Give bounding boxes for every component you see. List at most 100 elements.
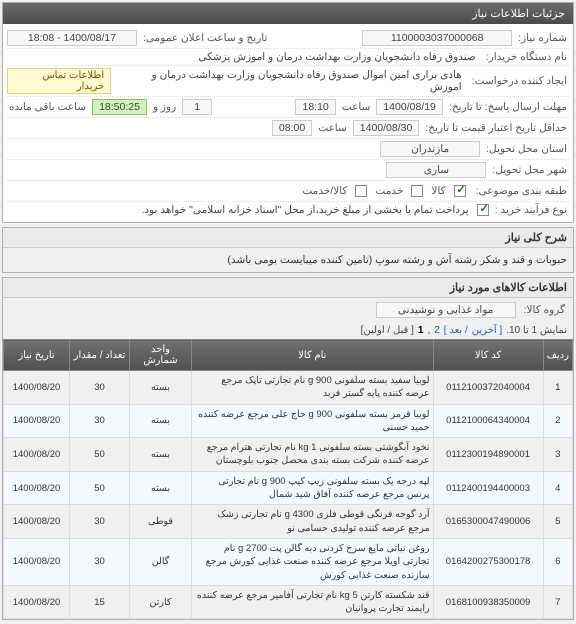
contact-note[interactable]: اطلاعات تماس خریدار [7, 68, 111, 94]
cat-service-label: خدمت [373, 185, 405, 197]
cell-idx: 1 [543, 371, 572, 405]
cell-name: نخود آبگوشتی بسته سلفونی kg 1 نام تجارتی… [192, 438, 434, 472]
pager-page-2[interactable]: 2 [434, 325, 440, 336]
cell-qty: 30 [70, 371, 130, 405]
col-name: نام کالا [192, 340, 434, 371]
cell-unit: قوطی [130, 505, 192, 539]
requester-label: ایجاد کننده درخواست: [470, 75, 569, 87]
cell-date: 1400/08/20 [4, 471, 70, 505]
cell-unit: کارتن [130, 585, 192, 619]
time-label-1: ساعت [340, 101, 373, 113]
remain-days: 1 [182, 99, 212, 115]
cell-code: 0164200275300178 [433, 538, 543, 585]
col-idx: ردیف [543, 340, 572, 371]
buyer-value: صندوق رفاه دانشجویان وزارت بهداشت درمان … [194, 51, 479, 63]
category-label: طبقه بندی موضوعی: [474, 185, 569, 197]
checkbox-service[interactable] [411, 185, 423, 197]
cat-mixed-label: کالا/خدمت [300, 185, 349, 197]
col-date: تاریخ نیاز [4, 340, 70, 371]
remain-text: ساعت باقی مانده [7, 101, 88, 113]
cell-qty: 30 [70, 538, 130, 585]
need-number-label: شماره نیاز: [516, 32, 569, 44]
panel-title: جزئیات اطلاعات نیاز [3, 3, 573, 24]
deadline-time: 18:10 [295, 99, 335, 115]
cell-code: 0112100372040004 [433, 371, 543, 405]
pager-first-prev: [ قبل / اولین] [361, 325, 414, 336]
day-and-label: روز و [151, 101, 178, 113]
cell-unit: بسته [130, 471, 192, 505]
cell-qty: 30 [70, 404, 130, 438]
col-qty: تعداد / مقدار [70, 340, 130, 371]
cell-idx: 3 [543, 438, 572, 472]
buy-type-note: پرداخت تمام یا بخشی از مبلغ خرید،از محل … [137, 204, 472, 216]
col-unit: واحد شمارش [130, 340, 192, 371]
cell-idx: 6 [543, 538, 572, 585]
cell-code: 0112100064340004 [433, 404, 543, 438]
cell-qty: 30 [70, 505, 130, 539]
cell-unit: بسته [130, 438, 192, 472]
cell-qty: 50 [70, 471, 130, 505]
need-details-panel: جزئیات اطلاعات نیاز شماره نیاز: 11000030… [2, 2, 574, 223]
description-header: شرح کلی نیاز [3, 228, 573, 248]
items-header: اطلاعات کالاهای مورد نیاز [3, 278, 573, 298]
buy-type-label: نوع فرآیند خرید : [493, 204, 569, 216]
description-panel: شرح کلی نیاز حبوبات و قند و شکر رشته آش … [2, 227, 574, 273]
cat-goods-label: کالا [429, 185, 447, 197]
province-label: استان محل تحویل: [484, 143, 569, 155]
checkbox-buy-type[interactable] [477, 204, 489, 216]
table-row[interactable]: 60164200275300178روغن نباتی مایع سرخ کرد… [4, 538, 573, 585]
cell-name: لپه درجه یک بسته سلفونی زیپ کیپ g 900 نا… [192, 471, 434, 505]
min-valid-time: 08:00 [272, 120, 312, 136]
cell-code: 0112300194890001 [433, 438, 543, 472]
cell-name: قند شکسته کارتن kg 5 نام تجارتی آفامیر م… [192, 585, 434, 619]
cell-qty: 15 [70, 585, 130, 619]
remain-time: 18:50:25 [92, 99, 147, 115]
table-row[interactable]: 30112300194890001نخود آبگوشتی بسته سلفون… [4, 438, 573, 472]
time-label-2: ساعت [316, 122, 349, 134]
min-valid-date: 1400/08/30 [353, 120, 420, 136]
announce-value: 1400/08/17 - 18:08 [7, 30, 137, 46]
announce-label: تاریخ و ساعت اعلان عمومی: [141, 32, 269, 44]
cell-date: 1400/08/20 [4, 585, 70, 619]
province-value: مازندران [380, 141, 480, 157]
pager-next[interactable]: / بعد ] [444, 325, 468, 336]
cell-unit: بسته [130, 404, 192, 438]
cell-name: روغن نباتی مایع سرخ کردنی دبه گالن پت g … [192, 538, 434, 585]
cell-unit: گالن [130, 538, 192, 585]
checkbox-mixed[interactable] [355, 185, 367, 197]
cell-name: لوبیا سفید بسته سلفونی g 900 نام تجارتی … [192, 371, 434, 405]
cell-date: 1400/08/20 [4, 505, 70, 539]
pager-text: نمایش 1 تا 10. [506, 325, 567, 336]
cell-code: 0168100938350009 [433, 585, 543, 619]
city-label: شهر محل تحویل: [490, 164, 569, 176]
table-row[interactable]: 20112100064340004لوبیا قرمز بسته سلفونی … [4, 404, 573, 438]
group-label: گروه کالا: [522, 304, 567, 316]
table-row[interactable]: 70168100938350009قند شکسته کارتن kg 5 نا… [4, 585, 573, 619]
cell-code: 0112400194400003 [433, 471, 543, 505]
table-row[interactable]: 10112100372040004لوبیا سفید بسته سلفونی … [4, 371, 573, 405]
checkbox-goods[interactable] [454, 185, 466, 197]
cell-idx: 4 [543, 471, 572, 505]
table-row[interactable]: 50165300047490006آرد گوجه فرنگی قوطی فلز… [4, 505, 573, 539]
cell-qty: 50 [70, 438, 130, 472]
group-value: مواد غذایی و نوشیدنی [376, 302, 516, 318]
min-valid-label: حداقل تاریخ اعتبار قیمت تا تاریخ: [423, 122, 569, 134]
pager-page-1: 1 [418, 325, 424, 336]
description-text: حبوبات و قند و شکر رشته آش و رشته سوپ (ت… [3, 248, 573, 272]
cell-date: 1400/08/20 [4, 371, 70, 405]
cell-idx: 7 [543, 585, 572, 619]
cell-idx: 2 [543, 404, 572, 438]
items-panel: اطلاعات کالاهای مورد نیاز گروه کالا: موا… [2, 277, 574, 620]
deadline-label: مهلت ارسال پاسخ: تا تاریخ: [447, 101, 569, 113]
cell-unit: بسته [130, 371, 192, 405]
pager-last[interactable]: [ آخرین [472, 325, 502, 336]
table-row[interactable]: 40112400194400003لپه درجه یک بسته سلفونی… [4, 471, 573, 505]
pager: نمایش 1 تا 10. [ آخرین / بعد ] 2 , 1 [ ق… [3, 322, 573, 339]
cell-date: 1400/08/20 [4, 438, 70, 472]
cell-date: 1400/08/20 [4, 538, 70, 585]
col-code: کد کالا [433, 340, 543, 371]
need-number-value: 1100003037000068 [362, 30, 512, 46]
cell-date: 1400/08/20 [4, 404, 70, 438]
cell-name: لوبیا قرمز بسته سلفونی g 900 حاج علی مرج… [192, 404, 434, 438]
buyer-label: نام دستگاه خریدار: [484, 51, 569, 63]
